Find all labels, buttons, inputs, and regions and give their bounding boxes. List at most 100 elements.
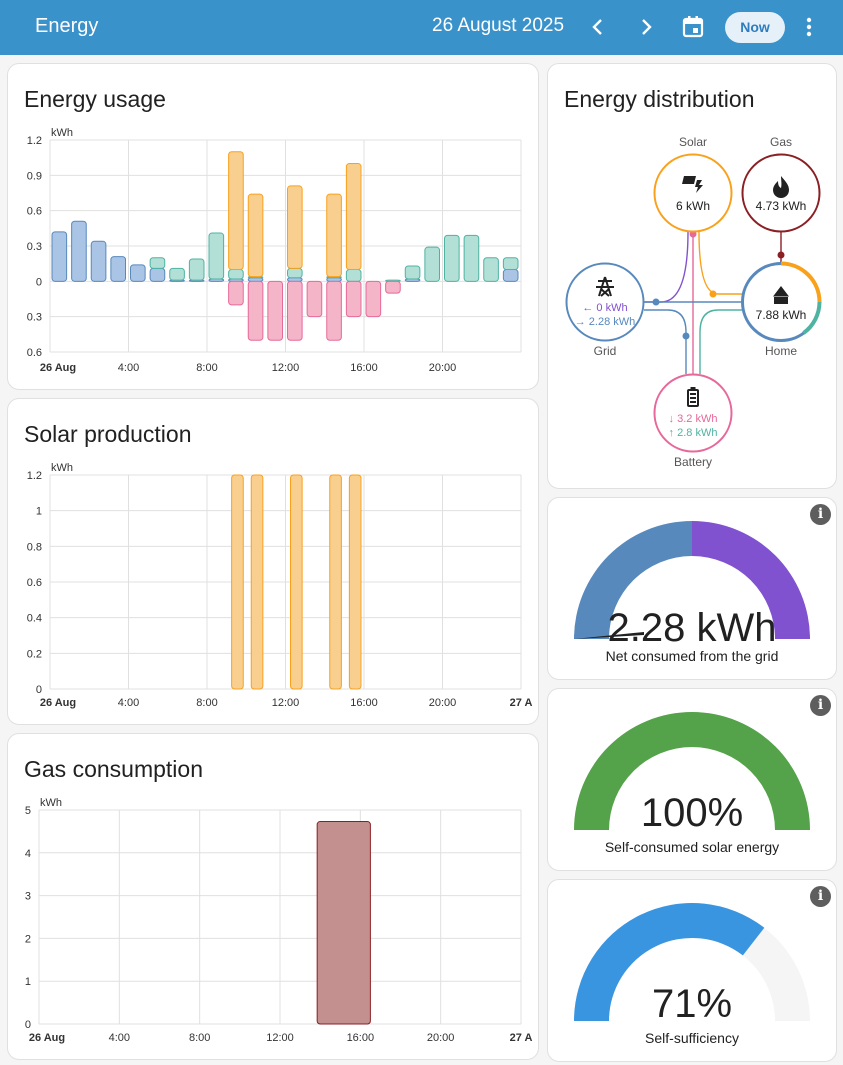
x-tick-label: 4:00	[118, 362, 139, 374]
gas-value: 4.73 kWh	[756, 199, 807, 213]
y-tick-label: 1	[25, 976, 31, 988]
gas-bar	[316, 821, 371, 1025]
top-app-bar: Energy 26 August 2025 Now	[0, 0, 843, 55]
y-tick-label: 0.2	[27, 648, 42, 660]
usage-bar-negative	[287, 280, 303, 341]
usage-bar	[326, 277, 342, 282]
grid-gauge-card: i 2.28 kWh Net consumed from the grid	[547, 497, 837, 680]
usage-bar	[345, 163, 362, 271]
x-tick-label: 16:00	[347, 1032, 375, 1044]
y-tick-label: 1	[36, 506, 42, 518]
solar-bar	[329, 474, 342, 690]
solar-gauge-card: i 100% Self-consumed solar energy	[547, 688, 837, 871]
usage-bar	[90, 240, 107, 282]
chevron-left-icon[interactable]	[585, 14, 611, 40]
y-tick-label: 0	[36, 684, 42, 696]
usage-bar	[247, 277, 264, 282]
x-tick-label: 16:00	[350, 362, 378, 374]
solar-bar	[348, 474, 362, 690]
flow-dot	[777, 251, 785, 259]
gauge-label: Self-consumed solar energy	[604, 839, 780, 855]
x-tick-label: 8:00	[189, 1032, 210, 1044]
energy-usage-card: Energy usage kWh 1.2 0.9 0.6 0.3 0 0.3 0.6 26 …	[7, 63, 539, 390]
y-tick-label: 5	[25, 805, 31, 817]
battery-label: Battery	[674, 455, 712, 469]
y-tick-label: 1.2	[27, 135, 42, 147]
y-unit: kWh	[51, 127, 73, 139]
more-vert-icon[interactable]	[797, 14, 823, 40]
usage-bar	[149, 257, 166, 269]
solar-node	[653, 153, 733, 233]
grid-label: Grid	[594, 344, 617, 358]
solar-label: Solar	[679, 135, 707, 149]
y-tick-label: 0.8	[27, 541, 42, 553]
usage-bar	[326, 193, 342, 278]
y-tick-label: 0.9	[27, 170, 42, 182]
date-label: 26 August 2025	[432, 15, 565, 36]
flow-dot	[682, 332, 690, 340]
y-unit: kWh	[40, 797, 62, 809]
usage-bar-negative	[385, 280, 401, 294]
x-tick-label: 27 A	[510, 697, 533, 709]
battery-out-value: ↑ 2.8 kWh	[669, 427, 718, 439]
solar-bar	[290, 474, 303, 690]
usage-bar-negative	[228, 280, 244, 306]
chevron-right-icon[interactable]	[633, 14, 659, 40]
flow-solar-home	[698, 231, 743, 295]
battery-in-value: ↓ 3.2 kWh	[669, 413, 718, 425]
gauge-value: 2.28 kWh	[607, 606, 777, 650]
solar-bar	[231, 474, 244, 690]
x-tick-label: 4:00	[118, 697, 139, 709]
energy-usage-chart: kWh 1.2 0.9 0.6 0.3 0 0.3 0.6 26 Aug 4:00 8:00 12…	[27, 127, 522, 374]
calendar-icon[interactable]	[680, 14, 706, 40]
energy-distribution-diagram: Solar 6 kWh Gas 4.73 kWh ← 0 kWh → 2.28 …	[565, 135, 822, 469]
flow-grid-battery	[644, 309, 687, 374]
usage-bar	[444, 234, 460, 282]
solar-production-card: Solar production kWh 1.2 1 0.8 0.6 0.4 0.2 0 2…	[7, 398, 539, 725]
usage-bar-negative	[267, 280, 283, 341]
flow-dot	[709, 290, 717, 298]
y-tick-label: 0.4	[27, 613, 42, 625]
flow-dot	[652, 298, 660, 306]
usage-bar	[287, 185, 303, 269]
usage-bar	[110, 256, 126, 282]
y-tick-label: 0.6	[27, 347, 42, 359]
x-tick-label: 12:00	[272, 697, 300, 709]
now-button[interactable]: Now	[725, 12, 785, 43]
y-tick-label: 3	[25, 891, 31, 903]
y-tick-label: 0.3	[27, 241, 42, 253]
y-tick-label: 0	[25, 1019, 31, 1031]
y-tick-label: 0.3	[27, 312, 42, 324]
gauge-label: Self-sufficiency	[645, 1030, 739, 1046]
usage-bar	[345, 269, 362, 282]
usage-bar	[404, 265, 421, 280]
usage-bar	[463, 234, 480, 282]
gas-consumption-chart: kWh 5 4 3 2 1 0 26 Aug 4:00 8:00 12:00 16:00 20:00…	[25, 797, 533, 1044]
y-unit: kWh	[51, 462, 73, 474]
x-tick-label: 8:00	[196, 362, 217, 374]
x-tick-label: 12:00	[272, 362, 300, 374]
usage-bar	[287, 277, 303, 282]
grid-in-value: ← 0 kWh	[582, 302, 627, 314]
home-label: Home	[765, 344, 797, 358]
x-tick-label: 20:00	[429, 362, 457, 374]
x-tick-label: 26 Aug	[40, 697, 76, 709]
gauge-label: Net consumed from the grid	[605, 648, 779, 664]
self-sufficiency-gauge-card: i 71% Self-sufficiency	[547, 879, 837, 1062]
x-tick-label: 26 Aug	[29, 1032, 65, 1044]
usage-bar-negative	[326, 280, 342, 341]
solar-value: 6 kWh	[676, 199, 710, 213]
usage-bar	[169, 267, 185, 281]
usage-bar	[247, 193, 264, 278]
usage-bar	[424, 246, 440, 282]
solar-production-chart: kWh 1.2 1 0.8 0.6 0.4 0.2 0 26 Aug 4:00 8:00 12:0…	[27, 462, 533, 709]
usage-bar	[130, 264, 146, 282]
gauge-value: 71%	[651, 982, 733, 1026]
usage-bar	[228, 151, 244, 271]
x-tick-label: 27 A	[510, 1032, 533, 1044]
y-tick-label: 0	[36, 276, 42, 288]
flow-solar-grid	[644, 231, 689, 303]
usage-bar-negative	[345, 280, 362, 318]
gas-consumption-card: Gas consumption kWh 543210 26 Aug 4:00 8:0…	[7, 733, 539, 1060]
y-tick-label: 0.6	[27, 577, 42, 589]
